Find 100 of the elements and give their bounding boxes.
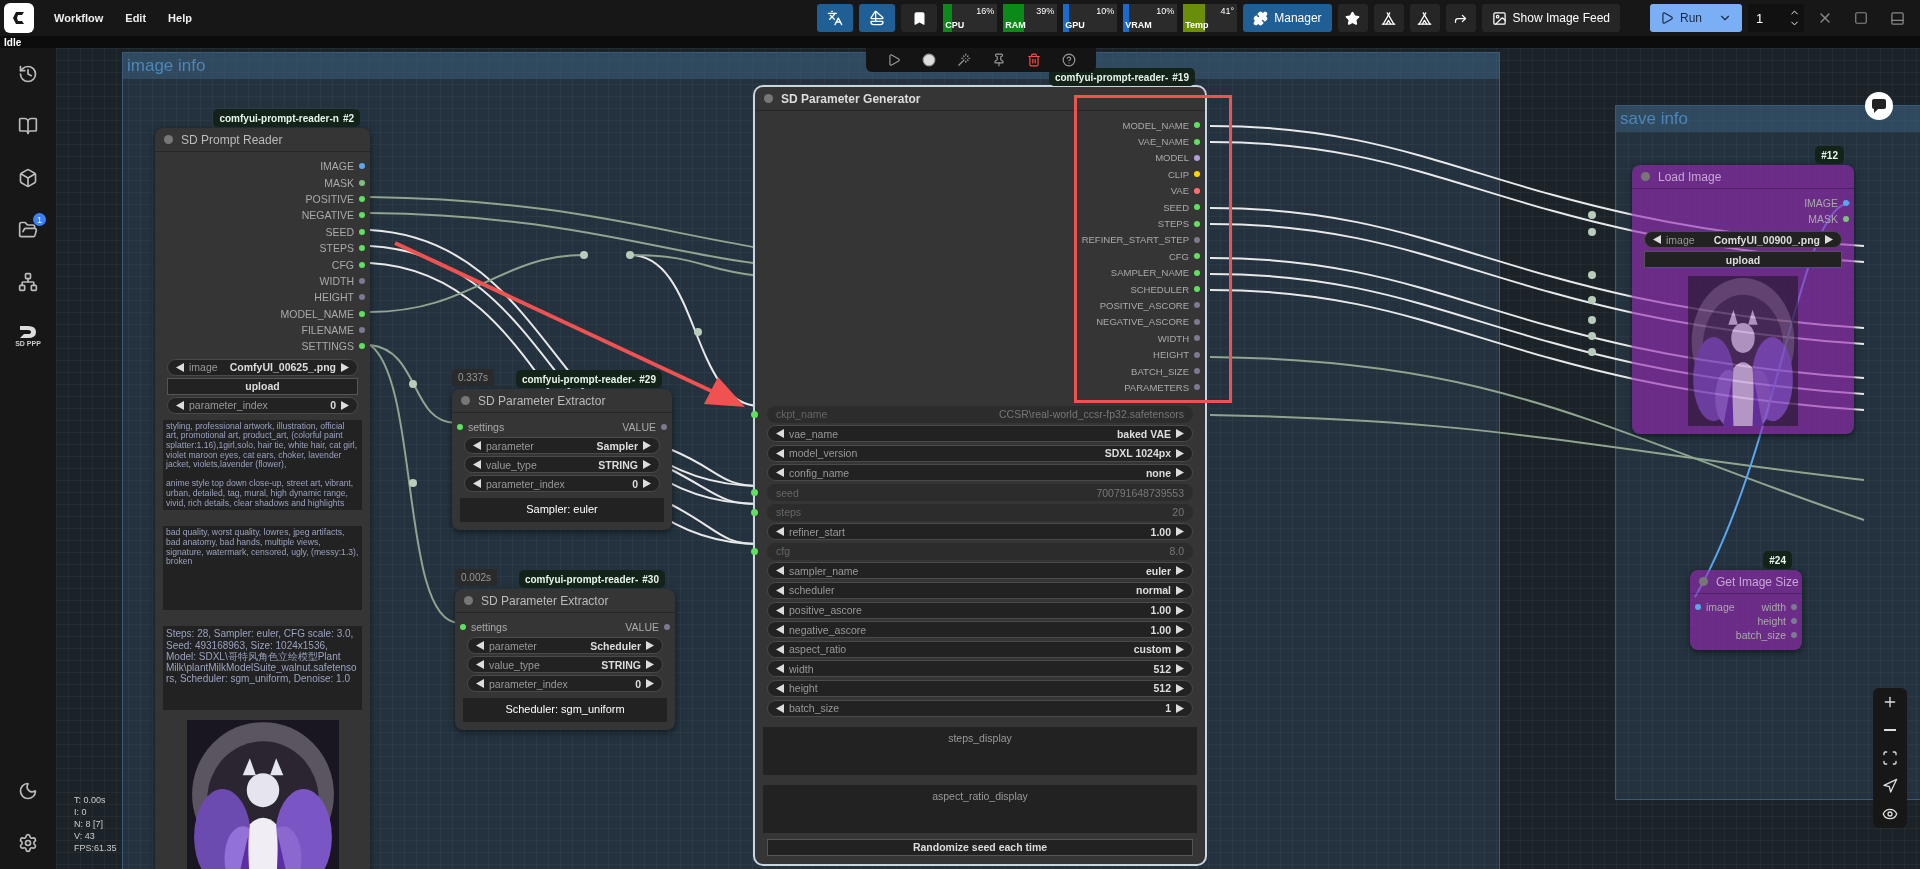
right-arrow-icon[interactable] [341,400,349,410]
output-slot[interactable] [1194,286,1200,293]
manager-button[interactable]: Manager [1243,4,1332,32]
combo-widget[interactable]: parameter Scheduler [467,637,663,654]
output-slot[interactable] [359,261,365,268]
left-arrow-icon[interactable] [776,527,784,537]
menu-item[interactable]: Edit [117,12,155,24]
output-slot[interactable] [359,245,365,252]
output-slot[interactable] [1194,204,1200,211]
reroute-node[interactable] [1588,348,1596,356]
input-slot[interactable] [751,547,758,555]
output-slot[interactable] [1194,253,1200,260]
combo-widget[interactable]: model_version SDXL 1024px [767,444,1193,462]
run-button[interactable]: Run [1650,4,1742,32]
left-arrow-icon[interactable] [476,660,484,669]
reroute-node[interactable] [1588,211,1596,219]
reroute-node[interactable] [409,380,417,388]
upload-button[interactable]: upload [1644,251,1842,268]
sidebar-button[interactable] [18,116,38,136]
left-arrow-icon[interactable] [476,679,484,688]
reroute-node[interactable] [580,251,588,259]
left-arrow-icon[interactable] [476,641,484,650]
combo-widget[interactable]: value_type STRING [464,456,660,473]
combo-widget[interactable]: negative_ascore 1.00 [767,621,1193,639]
output-slot[interactable] [1843,216,1849,222]
combo-widget[interactable]: value_type STRING [467,656,663,673]
text-area[interactable]: Steps: 28, Sampler: euler, CFG scale: 3.0, Seed: 493168963, Size: 1024x1536, Model: SDXL\哥特风角色立绘模型Plant Milk\plantMilkModelSuite_walnut.safetensors, Scheduler: sgm_uniform, Denoise: 1.0 [163,626,362,711]
right-arrow-icon[interactable] [643,441,651,450]
combo-widget[interactable]: parameter Sampler [464,437,660,454]
translate-button[interactable] [817,4,854,32]
sidebar-button[interactable]: 1 [18,213,46,240]
reroute-node[interactable] [1588,271,1596,279]
right-arrow-icon[interactable] [643,479,651,488]
output-slot[interactable] [1194,269,1200,276]
output-slot[interactable] [1194,122,1200,129]
collapse-dot[interactable] [1699,577,1708,586]
output-slot[interactable] [359,343,365,350]
output-slot[interactable] [1194,138,1200,145]
output-slot[interactable] [1194,220,1200,227]
left-arrow-icon[interactable] [776,586,784,595]
reroute-node[interactable] [694,328,702,336]
share-button[interactable] [1445,4,1476,32]
node-card[interactable]: Load Image IMAGE MASK image ComfyUI_00900_.png upload [1632,165,1854,434]
combo-widget[interactable]: parameter_index 0 [467,675,663,692]
image-feed-button[interactable]: Show Image Feed [1481,4,1620,32]
bookmark-button[interactable] [901,4,938,32]
left-arrow-icon[interactable] [473,460,481,469]
combo-widget[interactable]: image ComfyUI_00625_.png [167,358,358,376]
combo-widget[interactable]: scheduler normal [767,582,1193,599]
reroute-node[interactable] [1588,316,1596,324]
node-card[interactable]: SD Parameter Extractor settings VALUE parameter Sampler value_type STRING parameter_index 0 Sampler: euler [452,389,672,530]
combo-widget[interactable]: positive_ascore 1.00 [767,601,1193,619]
right-arrow-icon[interactable] [1825,235,1833,244]
text-area[interactable]: styling, professional artwork, illustration, official art, promotional art, product_art, (colorful paint splatter:1.16),1girl,solo, hair tie, white hair, cat girl, violet maroon eyes, cat ears, choker, lavender jacket, violets,lavender (flower), anime style top down close-up, street art, vibrant, urban, detailed, tag, mural, high dynamic range, vivid, rich details, clear shadows and highlights [163,419,362,511]
collapse-dot[interactable] [461,396,470,405]
input-slot[interactable] [751,489,758,496]
reroute-node[interactable] [409,479,417,487]
input-slot[interactable] [460,624,466,630]
combo-widget[interactable]: config_name none [767,464,1193,482]
output-slot[interactable] [359,179,365,186]
theme-button[interactable] [18,781,38,801]
combo-widget[interactable]: batch_size 1 [767,699,1193,717]
combo-widget[interactable]: parameter_index 0 [167,396,358,414]
sidebar-button[interactable] [18,64,38,84]
left-arrow-icon[interactable] [176,400,184,410]
combo-widget[interactable]: vae_name baked VAE [767,425,1193,443]
reroute-node[interactable] [1588,296,1596,304]
node-canvas[interactable] [56,48,1920,869]
combo-widget[interactable]: refiner_start 1.00 [767,523,1193,541]
input-slot[interactable] [1695,604,1701,610]
combo-widget[interactable]: sampler_name euler [767,562,1193,580]
input-slot[interactable] [751,410,758,418]
collapse-dot[interactable] [1641,172,1650,181]
sail-button[interactable] [859,4,896,32]
right-arrow-icon[interactable] [643,460,651,469]
reroute-node[interactable] [1588,228,1596,236]
collapse-dot[interactable] [764,94,773,103]
right-arrow-icon[interactable] [646,641,654,650]
output-slot[interactable] [359,212,365,219]
sidebar-button[interactable] [18,272,38,292]
left-arrow-icon[interactable] [1653,235,1661,244]
right-arrow-icon[interactable] [646,660,654,669]
right-arrow-icon[interactable] [1176,586,1184,595]
reroute-node[interactable] [626,251,634,259]
output-slot[interactable] [1194,187,1200,194]
node-card[interactable]: SD Parameter Extractor settings VALUE parameter Scheduler value_type STRING parameter_index 0 Scheduler: sgm_uniform [455,589,675,730]
upload-button[interactable]: upload [167,377,358,395]
app-logo[interactable] [4,3,34,33]
text-area[interactable]: bad quality, worst quality, lowres, jpeg artifacts, bad anatomy, bad hands, multiple views, signature, watermark, censored, ugly, (messy:1.3), broken [163,526,362,611]
combo-widget[interactable]: image ComfyUI_00900_.png [1644,231,1842,248]
output-slot[interactable] [359,163,365,170]
combo-widget[interactable]: height 512 [767,679,1193,697]
left-arrow-icon[interactable] [473,479,481,488]
collapse-dot[interactable] [164,135,173,144]
combo-widget[interactable]: width 512 [767,660,1193,678]
right-arrow-icon[interactable] [1176,527,1184,537]
combo-widget[interactable]: aspect_ratio custom [767,640,1193,658]
right-arrow-icon[interactable] [341,362,349,372]
star-button[interactable] [1337,4,1368,32]
output-slot[interactable] [359,228,365,235]
